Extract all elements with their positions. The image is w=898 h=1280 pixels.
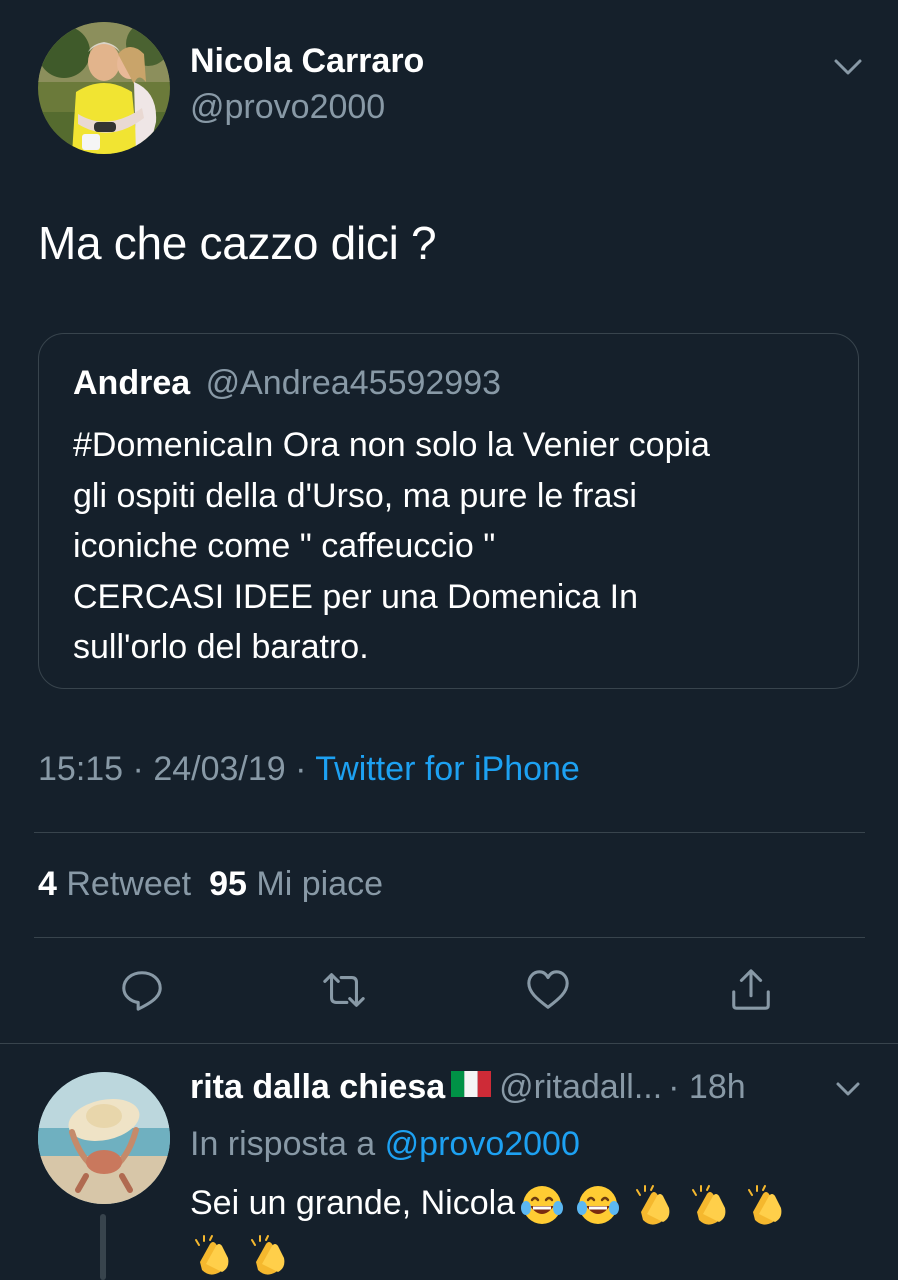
in-reply-to-label: In risposta a	[190, 1125, 376, 1163]
quoted-tweet-text: #DomenicaIn Ora non solo la Venier copia…	[73, 420, 833, 673]
tweet-detail-page: Nicola Carraro @provo2000 Ma che cazzo d…	[0, 0, 898, 1280]
reply-author-name[interactable]: rita dalla chiesa	[190, 1068, 445, 1106]
quoted-tweet-line: iconiche come " caffeuccio "	[73, 527, 496, 565]
in-reply-to: In risposta a @provo2000	[190, 1125, 580, 1164]
reply-header: rita dalla chiesa @ritadall... · 18h	[190, 1068, 746, 1109]
clapping-hands-emoji	[692, 1185, 726, 1225]
tweet-stats: 4 Retweet 95 Mi piace	[38, 865, 383, 904]
quoted-author-handle: @Andrea45592993	[205, 364, 502, 402]
like-button[interactable]	[524, 966, 572, 1014]
reply-bubble-icon	[122, 971, 162, 1011]
laughing-tears-emoji	[521, 1186, 564, 1225]
clapping-hands-emoji	[195, 1235, 229, 1275]
quoted-tweet-line: CERCASI IDEE per una Domenica In	[73, 577, 639, 616]
quoted-tweet-line: #DomenicaIn Ora non solo la Venier copia	[73, 426, 710, 464]
clapping-hands-emoji	[748, 1185, 782, 1225]
retweet-icon	[323, 973, 365, 1007]
quoted-tweet-line: sull'orlo del baratro.	[73, 628, 369, 666]
reply-time: · 18h	[668, 1068, 746, 1106]
meta-separator: ·	[285, 750, 316, 788]
laughing-tears-emoji	[577, 1186, 620, 1225]
divider	[34, 832, 865, 833]
author-avatar[interactable]	[38, 22, 170, 154]
tweet-time: 15:15	[38, 750, 124, 788]
share-button[interactable]	[727, 966, 775, 1014]
heart-icon	[527, 970, 569, 1009]
tweet-source-link[interactable]: Twitter for iPhone	[315, 750, 580, 788]
retweet-count: 4	[38, 865, 57, 903]
reply-button[interactable]	[118, 966, 166, 1014]
in-reply-to-mention[interactable]: @provo2000	[385, 1125, 580, 1163]
retweets-stat[interactable]: 4 Retweet	[38, 865, 191, 903]
reply-text-content: Sei un grande, Nicola	[190, 1184, 516, 1222]
chevron-down-icon[interactable]	[833, 1076, 863, 1102]
author-handle[interactable]: @provo2000	[190, 88, 385, 127]
share-icon	[732, 969, 770, 1010]
clapping-hands-emoji	[251, 1235, 285, 1275]
reply-author-avatar[interactable]	[38, 1072, 170, 1204]
quoted-author-name: Andrea	[73, 364, 191, 402]
tweet-meta: 15:15 · 24/03/19 · Twitter for iPhone	[38, 750, 580, 789]
profile-photo-avatar	[38, 22, 170, 154]
like-count: 95	[209, 865, 247, 903]
like-label: Mi piace	[256, 865, 383, 903]
likes-stat[interactable]: 95 Mi piace	[209, 865, 383, 903]
italy-flag-emoji	[451, 1067, 492, 1106]
thread-line	[100, 1214, 106, 1280]
tweet-text: Ma che cazzo dici ?	[38, 217, 437, 269]
reply-author-handle[interactable]: @ritadall...	[499, 1068, 662, 1106]
clapping-hands-emoji	[636, 1185, 670, 1225]
chevron-down-icon[interactable]	[830, 52, 866, 82]
meta-separator: ·	[123, 750, 154, 788]
divider	[0, 1043, 898, 1044]
quoted-tweet-line: gli ospiti della d'Urso, ma pure le fras…	[73, 476, 637, 515]
tweet-date: 24/03/19	[153, 750, 286, 788]
author-name[interactable]: Nicola Carraro	[190, 42, 424, 81]
quoted-tweet-header: Andrea @Andrea45592993	[73, 364, 501, 403]
profile-photo-avatar	[38, 1072, 170, 1204]
divider	[34, 937, 865, 938]
reply-text: Sei un grande, Nicola	[190, 1178, 870, 1278]
retweet-label: Retweet	[66, 865, 192, 903]
quoted-tweet-card[interactable]: Andrea @Andrea45592993 #DomenicaIn Ora n…	[38, 333, 859, 689]
retweet-button[interactable]	[320, 966, 368, 1014]
